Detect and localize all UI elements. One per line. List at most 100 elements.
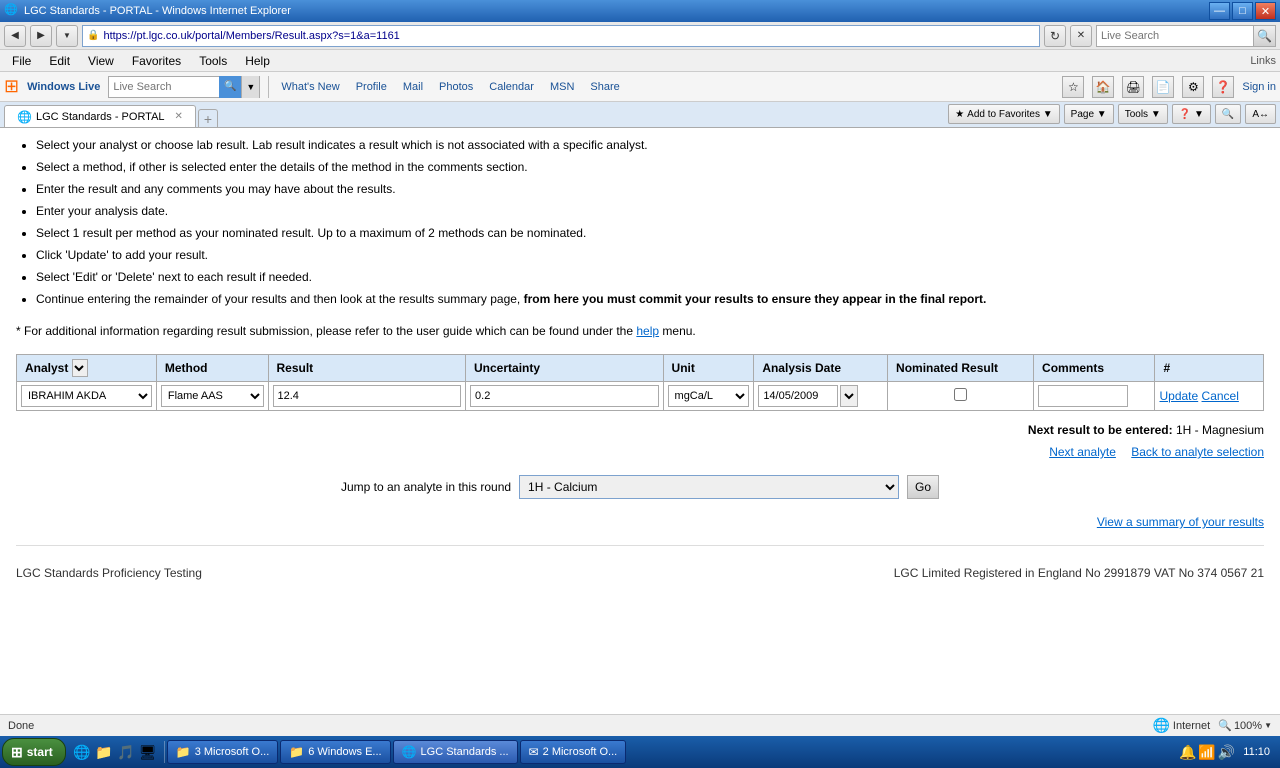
analyst-filter-dropdown[interactable] xyxy=(72,359,88,377)
zoom-dropdown-icon: ▼ xyxy=(1264,721,1272,730)
nav-links: Next analyte Back to analyte selection xyxy=(16,445,1264,459)
nominated-checkbox[interactable] xyxy=(954,388,967,401)
show-desktop-icon[interactable]: 🖥 xyxy=(138,742,158,762)
taskbar-btn-text-2: 6 Windows E... xyxy=(308,746,381,758)
dropdown-button[interactable]: ▼ xyxy=(56,25,78,47)
taskbar-btn-microsoft-o-2[interactable]: ✉ 2 Microsoft O... xyxy=(520,740,627,764)
back-button[interactable]: ◀ xyxy=(4,25,26,47)
menu-favorites[interactable]: Favorites xyxy=(124,52,189,70)
research-button[interactable]: 🔍 xyxy=(1215,104,1241,124)
tab-toolbar-right: ★ Add to Favorites ▼ Page ▼ Tools ▼ ❓ ▼ … xyxy=(948,104,1276,127)
help-icon-button[interactable]: ❓ xyxy=(1212,76,1234,98)
table-header-row: Analyst Method Result Uncertainty Unit A… xyxy=(17,355,1264,382)
minimize-button[interactable]: — xyxy=(1209,2,1230,20)
ie-help-button[interactable]: ❓ ▼ xyxy=(1172,104,1211,124)
title-bar-text: LGC Standards - PORTAL - Windows Interne… xyxy=(24,5,1209,17)
address-box[interactable]: 🔒 https://pt.lgc.co.uk/portal/Members/Re… xyxy=(82,25,1040,47)
analysis-date-input[interactable] xyxy=(758,385,838,407)
toolbar-mail[interactable]: Mail xyxy=(399,79,427,95)
notify-icon-1: 🔔 xyxy=(1179,744,1196,761)
toolbar-calendar[interactable]: Calendar xyxy=(485,79,538,95)
live-search-dropdown[interactable]: ▼ xyxy=(241,76,259,98)
zoom-icon: 🔍 xyxy=(1218,719,1232,732)
menu-file[interactable]: File xyxy=(4,52,39,70)
stop-button[interactable]: ✕ xyxy=(1070,25,1092,47)
home-icon-button[interactable]: 🏠 xyxy=(1092,76,1114,98)
footer-right: LGC Limited Registered in England No 299… xyxy=(894,566,1264,580)
summary-link-row: View a summary of your results xyxy=(16,515,1264,529)
menu-tools[interactable]: Tools xyxy=(191,52,235,70)
live-search-input[interactable] xyxy=(109,81,219,93)
date-dropdown[interactable] xyxy=(840,385,858,407)
live-search-button[interactable]: 🔍 xyxy=(219,76,241,98)
toolbar-whats-new[interactable]: What's New xyxy=(277,79,343,95)
cancel-link[interactable]: Cancel xyxy=(1202,389,1239,403)
page-icon-button[interactable]: 📄 xyxy=(1152,76,1174,98)
footer-row: LGC Standards Proficiency Testing LGC Li… xyxy=(16,545,1264,588)
back-to-selection-link[interactable]: Back to analyte selection xyxy=(1131,445,1264,459)
go-button[interactable]: Go xyxy=(907,475,939,499)
star-icon: ★ xyxy=(955,109,964,120)
taskbar-btn-icon-4: ✉ xyxy=(529,745,539,759)
menu-edit[interactable]: Edit xyxy=(41,52,78,70)
ie-tools-button[interactable]: Tools ▼ xyxy=(1118,104,1168,124)
tools-icon-button[interactable]: ⚙ xyxy=(1182,76,1204,98)
translate-button[interactable]: A↔ xyxy=(1245,104,1276,124)
instruction-3: Enter the result and any comments you ma… xyxy=(36,180,1264,198)
next-analyte-link[interactable]: Next analyte xyxy=(1049,445,1116,459)
refresh-button[interactable]: ↻ xyxy=(1044,25,1066,47)
maximize-button[interactable]: □ xyxy=(1232,2,1253,20)
toolbar-profile[interactable]: Profile xyxy=(352,79,391,95)
forward-button[interactable]: ▶ xyxy=(30,25,52,47)
start-button[interactable]: ⊞ start xyxy=(2,738,66,766)
taskbar-btn-lgc[interactable]: 🌐 LGC Standards ... xyxy=(393,740,518,764)
table-row: IBRAHIM AKDA Flame AAS mgCa/L xyxy=(17,382,1264,411)
result-input[interactable] xyxy=(273,385,462,407)
method-select[interactable]: Flame AAS xyxy=(161,385,264,407)
search-input[interactable] xyxy=(1097,30,1253,42)
zoom-text: 100% xyxy=(1234,720,1262,732)
live-search-box: 🔍 ▼ xyxy=(108,76,260,98)
comments-input[interactable] xyxy=(1038,385,1128,407)
page-tools-button[interactable]: Page ▼ xyxy=(1064,104,1114,124)
menu-help[interactable]: Help xyxy=(237,52,278,70)
tab-close-icon[interactable]: ✕ xyxy=(175,111,183,122)
analyst-select[interactable]: IBRAHIM AKDA xyxy=(21,385,152,407)
taskbar-btn-windows-e[interactable]: 📁 6 Windows E... xyxy=(280,740,390,764)
th-unit: Unit xyxy=(663,355,754,382)
sign-in-button[interactable]: Sign in xyxy=(1242,81,1276,93)
uncertainty-input[interactable] xyxy=(470,385,659,407)
td-unit: mgCa/L xyxy=(663,382,754,411)
toolbar-msn[interactable]: MSN xyxy=(546,79,578,95)
summary-link[interactable]: View a summary of your results xyxy=(1097,515,1264,529)
toolbar-share[interactable]: Share xyxy=(586,79,623,95)
new-tab-button[interactable]: + xyxy=(198,109,218,127)
tab-lgc-standards[interactable]: 🌐 LGC Standards - PORTAL ✕ xyxy=(4,105,196,127)
taskbar-btn-icon-2: 📁 xyxy=(289,745,304,759)
add-favorites-button[interactable]: ★ Add to Favorites ▼ xyxy=(948,104,1059,124)
ie-quick-icon[interactable]: 🌐 xyxy=(72,742,92,762)
td-result xyxy=(268,382,466,411)
tab-label: LGC Standards - PORTAL xyxy=(36,111,165,123)
print-icon-button[interactable]: 🖨 xyxy=(1122,76,1144,98)
menu-view[interactable]: View xyxy=(80,52,122,70)
toolbar-photos[interactable]: Photos xyxy=(435,79,477,95)
jump-row: Jump to an analyte in this round 1H - Ca… xyxy=(16,475,1264,499)
help-link[interactable]: help xyxy=(636,324,659,338)
unit-select[interactable]: mgCa/L xyxy=(668,385,750,407)
update-link[interactable]: Update xyxy=(1159,389,1198,403)
folder-quick-icon[interactable]: 📁 xyxy=(94,742,114,762)
jump-select[interactable]: 1H - Calcium xyxy=(519,475,899,499)
media-quick-icon[interactable]: 🎵 xyxy=(116,742,136,762)
taskbar-btn-microsoft-o-1[interactable]: 📁 3 Microsoft O... xyxy=(167,740,279,764)
instruction-5: Select 1 result per method as your nomin… xyxy=(36,224,1264,242)
td-nominated xyxy=(888,382,1034,411)
zoom-control[interactable]: 🔍 100% ▼ xyxy=(1218,719,1272,732)
search-go-button[interactable]: 🔍 xyxy=(1253,26,1275,46)
instruction-1: Select your analyst or choose lab result… xyxy=(36,136,1264,154)
status-right: 🌐 Internet 🔍 100% ▼ xyxy=(1152,717,1272,734)
close-button[interactable]: ✕ xyxy=(1255,2,1276,20)
notify-icon-2: 📶 xyxy=(1198,744,1215,761)
favorites-icon-button[interactable]: ☆ xyxy=(1062,76,1084,98)
taskbar-btn-icon-1: 📁 xyxy=(176,745,191,759)
